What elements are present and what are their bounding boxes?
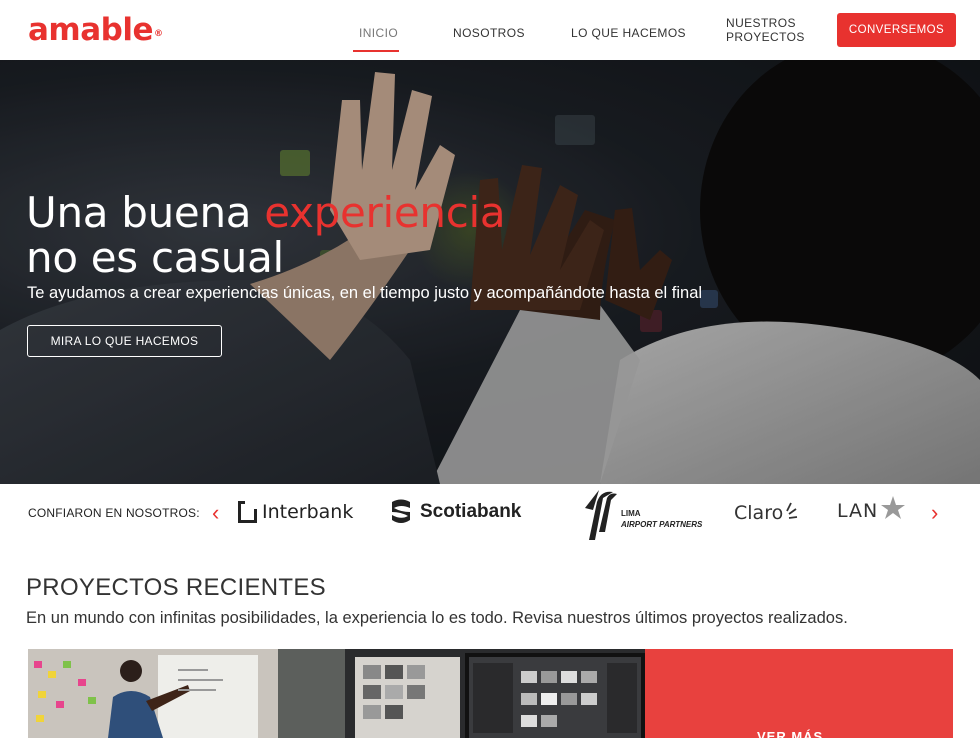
- hero-headline-plain: Una buena: [26, 188, 265, 237]
- claro-rays-icon: [786, 502, 798, 519]
- nav-item-lo-que-hacemos[interactable]: LO QUE HACEMOS: [571, 26, 686, 40]
- hero-headline-line2: no es casual: [26, 233, 284, 282]
- claro-name: Claro: [734, 502, 784, 524]
- client-logo-interbank: Interbank: [238, 501, 353, 523]
- project-card-workshop[interactable]: [28, 649, 345, 738]
- hero-headline-accent: experiencia: [264, 188, 506, 237]
- nav-item-label-line2: PROYECTOS: [726, 30, 805, 44]
- clients-label: CONFIARON EN NOSOTROS:: [28, 506, 200, 520]
- carousel-next-arrow-icon[interactable]: ›: [931, 500, 938, 526]
- project-card-design-screen[interactable]: [345, 649, 645, 738]
- nav-active-indicator: [353, 50, 399, 52]
- brand-logo[interactable]: amable®: [28, 10, 163, 50]
- see-more-label: VER MÁS: [757, 729, 824, 738]
- projects-section-description: En un mundo con infinitas posibilidades,…: [26, 609, 848, 627]
- lan-star-icon: [881, 496, 906, 519]
- projects-section-title: PROYECTOS RECIENTES: [26, 574, 326, 601]
- client-logo-claro: Claro: [734, 502, 798, 524]
- nav-item-label-line1: NUESTROS: [726, 16, 796, 30]
- nav-item-nosotros[interactable]: NOSOTROS: [453, 26, 525, 40]
- projects-grid: VER MÁS: [28, 649, 953, 738]
- hero-banner: Una buena experiencia no es casual Te ay…: [0, 60, 980, 484]
- lan-name: LAN: [837, 500, 879, 522]
- mira-lo-que-hacemos-button[interactable]: MIRA LO QUE HACEMOS: [27, 325, 222, 357]
- conversemos-button[interactable]: CONVERSEMOS: [837, 13, 956, 47]
- see-more-card[interactable]: VER MÁS: [645, 649, 953, 738]
- lima-airport-line2: AIRPORT PARTNERS: [621, 520, 703, 529]
- registered-mark: ®: [153, 29, 163, 39]
- interbank-name: Interbank: [262, 501, 354, 523]
- client-logo-lima-airport: LIMA AIRPORT PARTNERS: [583, 488, 702, 542]
- lima-airport-mark-icon: [585, 490, 617, 540]
- hero-subtitle: Te ayudamos a crear experiencias únicas,…: [27, 284, 703, 302]
- client-logo-scotiabank: Scotiabank: [388, 498, 521, 526]
- nav-item-inicio[interactable]: INICIO: [359, 26, 398, 40]
- hero-headline: Una buena experiencia no es casual: [26, 188, 506, 282]
- interbank-mark-icon: [238, 501, 258, 523]
- nav-item-nuestros-proyectos[interactable]: NUESTROS PROYECTOS: [726, 16, 805, 44]
- lima-airport-text: LIMA AIRPORT PARTNERS: [621, 508, 702, 530]
- scotiabank-name: Scotiabank: [420, 501, 522, 522]
- scotiabank-mark-icon: [392, 499, 410, 523]
- carousel-prev-arrow-icon[interactable]: ‹: [212, 500, 219, 526]
- client-logo-lan: LAN: [837, 496, 906, 522]
- lima-airport-line1: LIMA: [621, 509, 641, 518]
- clients-carousel: CONFIARON EN NOSOTROS: ‹ Interbank Scoti…: [0, 484, 980, 546]
- brand-name: amable: [28, 12, 153, 48]
- site-header: amable® INICIO NOSOTROS LO QUE HACEMOS N…: [0, 0, 980, 60]
